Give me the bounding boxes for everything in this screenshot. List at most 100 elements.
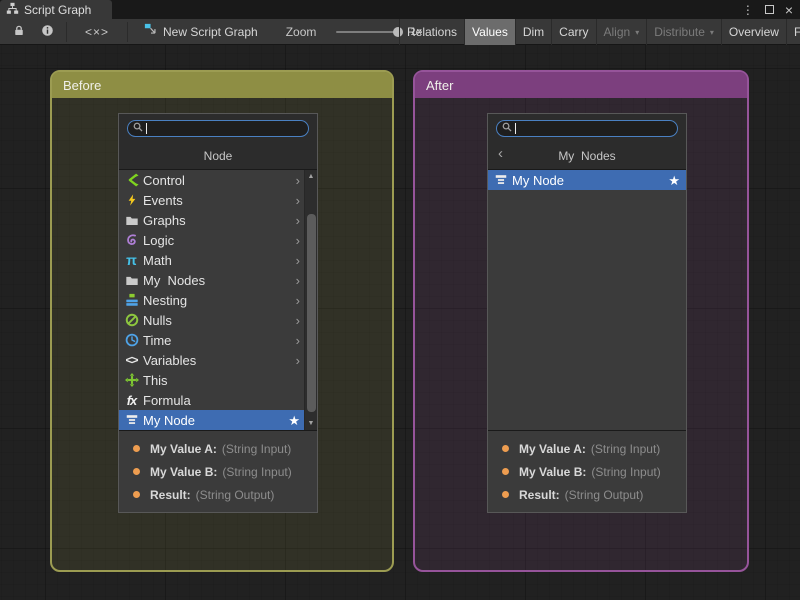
window-menu-icon[interactable]: ⋮ [742, 4, 754, 16]
port-dot-icon [133, 491, 140, 498]
list-item[interactable]: My Node ★ [119, 410, 317, 430]
back-chevron-icon[interactable]: ‹ [498, 146, 503, 161]
port-row: My Value A: (String Input) [488, 437, 686, 460]
port-dot-icon [502, 445, 509, 452]
code-preview-button[interactable]: <×> [71, 21, 123, 43]
search-input[interactable] [496, 120, 678, 137]
node-ports-preview: My Value A: (String Input) My Value B: (… [488, 430, 686, 512]
group-after-title: After [426, 78, 453, 93]
favorite-star-icon[interactable]: ★ [288, 414, 300, 427]
fuzzy-finder-before: Node ▲ ▼ Control › Events [118, 113, 318, 513]
chevron-right-icon: › [296, 334, 300, 347]
list-item[interactable]: <> Variables › [119, 350, 317, 370]
zoom-slider[interactable] [336, 31, 400, 33]
node-list: ▲ ▼ Control › Events › [119, 170, 317, 430]
time-icon [123, 332, 140, 348]
search-area [488, 114, 686, 142]
events-icon [123, 192, 140, 208]
list-item[interactable]: Events › [119, 190, 317, 210]
zoom-label: Zoom [286, 25, 317, 39]
group-after-header[interactable]: After [415, 72, 747, 98]
list-item[interactable]: fx Formula [119, 390, 317, 410]
search-input[interactable] [127, 120, 309, 137]
port-row: My Value A: (String Input) [119, 437, 317, 460]
toolbar-toggle-button[interactable]: Carry [551, 19, 595, 45]
list-item[interactable]: Graphs › [119, 210, 317, 230]
port-row: Result: (String Output) [488, 483, 686, 506]
chevron-right-icon: › [296, 214, 300, 227]
list-item[interactable]: Control › [119, 170, 317, 190]
finder-header: ‹ My Nodes [488, 142, 686, 170]
toolbar-right-buttons: Relations Values Dim Carry [399, 19, 800, 45]
port-row: My Value B: (String Input) [119, 460, 317, 483]
finder-header: Node [119, 142, 317, 170]
toolbar-toggle-button[interactable]: Distribute ▾ [646, 19, 721, 45]
chevron-down-icon: ▾ [635, 28, 639, 37]
info-button[interactable] [32, 21, 62, 43]
list-item[interactable]: Nesting › [119, 290, 317, 310]
code-icon: <×> [85, 25, 109, 39]
mynode-icon [492, 172, 509, 188]
port-row: Result: (String Output) [119, 483, 317, 506]
toolbar-separator [127, 22, 128, 42]
toolbar-separator [66, 22, 67, 42]
chevron-right-icon: › [296, 314, 300, 327]
chevron-right-icon: › [296, 174, 300, 187]
scrollbar[interactable]: ▲ ▼ [304, 170, 317, 430]
toolbar-toggle-button[interactable]: Values [464, 19, 515, 45]
search-icon [133, 119, 143, 137]
mynode-icon [123, 412, 140, 428]
toolbar-toggle-button[interactable]: Overview [721, 19, 786, 45]
lock-button[interactable] [6, 21, 32, 43]
list-item[interactable]: This [119, 370, 317, 390]
node-list: My Node ★ [488, 170, 686, 430]
port-dot-icon [133, 445, 140, 452]
toolbar-toggle-button[interactable]: Align ▾ [596, 19, 647, 45]
folder-icon [123, 272, 140, 288]
logic-icon [123, 232, 140, 248]
list-item[interactable]: Nulls › [119, 310, 317, 330]
text-cursor [515, 123, 516, 134]
script-graph-icon [6, 2, 19, 18]
this-icon [123, 372, 140, 388]
group-before-header[interactable]: Before [52, 72, 392, 98]
list-item[interactable]: π Math › [119, 250, 317, 270]
math-icon: π [123, 252, 140, 268]
port-dot-icon [133, 468, 140, 475]
text-cursor [146, 123, 147, 134]
list-item[interactable]: My Nodes › [119, 270, 317, 290]
maximize-icon[interactable] [765, 5, 774, 14]
scroll-up-icon[interactable]: ▲ [305, 171, 317, 182]
port-row: My Value B: (String Input) [488, 460, 686, 483]
new-script-graph-button[interactable]: New Script Graph [144, 23, 258, 40]
nesting-icon [123, 292, 140, 308]
chevron-right-icon: › [296, 294, 300, 307]
port-dot-icon [502, 491, 509, 498]
window-controls: ⋮ × [742, 0, 793, 19]
toolbar-toggle-button[interactable]: Relations [399, 19, 464, 45]
toolbar-toggle-button[interactable]: Full Scr [786, 19, 800, 45]
tab-script-graph[interactable]: Script Graph [0, 0, 112, 19]
favorite-star-icon[interactable]: ★ [668, 174, 680, 187]
chevron-right-icon: › [296, 194, 300, 207]
close-icon[interactable]: × [785, 3, 793, 17]
chevron-right-icon: › [296, 254, 300, 267]
chevron-right-icon: › [296, 354, 300, 367]
scroll-down-icon[interactable]: ▼ [305, 418, 317, 429]
list-item[interactable]: Time › [119, 330, 317, 350]
graph-toolbar: <×> New Script Graph Zoom 1x Relations V [0, 19, 800, 45]
scrollbar-thumb[interactable] [307, 214, 316, 412]
finder-header-label: My Nodes [558, 149, 615, 163]
search-icon [502, 119, 512, 137]
toolbar-toggle-button[interactable]: Dim [515, 19, 551, 45]
variables-icon: <> [123, 352, 140, 368]
lock-icon [13, 24, 25, 40]
chevron-down-icon: ▾ [710, 28, 714, 37]
formula-icon: fx [123, 392, 140, 408]
list-item[interactable]: Logic › [119, 230, 317, 250]
script-graph-window: Script Graph ⋮ × <×> New Script Graph Zo… [0, 0, 800, 600]
fuzzy-finder-after: ‹ My Nodes My Node ★ My Value A: (St [487, 113, 687, 513]
new-graph-label: New Script Graph [163, 25, 258, 39]
list-item[interactable]: My Node ★ [488, 170, 686, 190]
folder-icon [123, 212, 140, 228]
